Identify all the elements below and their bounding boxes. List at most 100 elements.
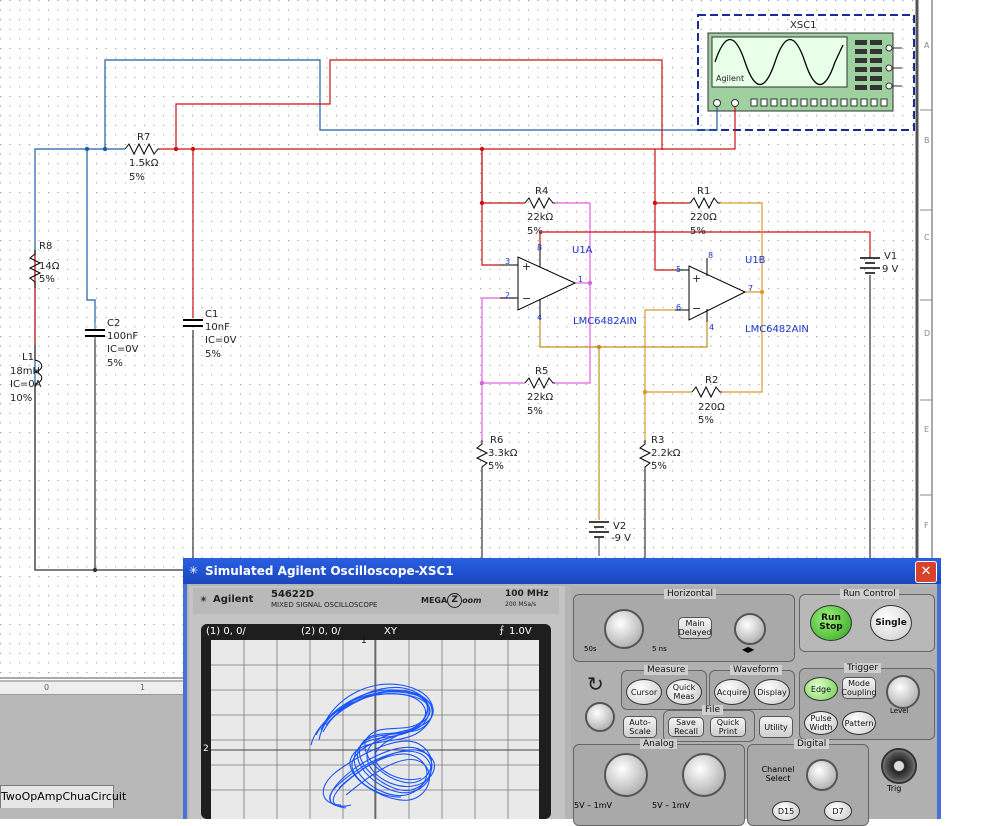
channel-select-knob[interactable] [806,759,838,791]
edge-button[interactable]: Edge [804,677,838,701]
l1-ic: IC=0A [10,379,42,390]
main-delayed-button[interactable]: Main Delayed [678,617,712,639]
pattern-button[interactable]: Pattern [842,711,876,735]
trigger-edge-icon: ⨍ [499,625,505,636]
c1-tol: 5% [205,349,221,360]
mode-coupling-button[interactable]: Mode Coupling [841,677,877,699]
cursor-button[interactable]: Cursor [626,679,662,705]
pin-4b: 4 [709,323,714,332]
level-label: Level [890,707,909,715]
r4-tol: 5% [527,226,543,237]
run-stop-button[interactable]: Run Stop [810,605,852,641]
screen-marker-2: 2 [203,744,209,754]
utility-button[interactable]: Utility [759,716,793,738]
megazoom-label: MEGA Zoom [421,593,482,608]
r5-name: R5 [535,366,548,377]
horizontal-ruler: 0 1 [0,682,200,695]
v1-value: 9 V [882,264,899,275]
ch1-range-label: 5V – 1mV [574,801,613,810]
border-row-a: A [924,41,930,50]
time-right-label: 5 ns [652,645,667,653]
file-label: File [702,705,724,715]
c1-value: 10nF [205,322,230,333]
close-button[interactable]: ✕ [915,561,937,583]
r6-value: 3.3kΩ [488,448,518,459]
d7-button[interactable]: D7 [824,801,852,821]
digital-label: Digital [794,739,830,749]
r2-name: R2 [705,375,718,386]
screen-status-line: (1) 0, 0/ (2) 0, 0/ XY ⨍ 1.0V [201,624,551,640]
svg-text:+: + [522,260,531,273]
c2-tol: 5% [107,358,123,369]
d15-button[interactable]: D15 [772,801,800,821]
r5-tol: 5% [527,406,543,417]
border-row-e: E [924,425,929,434]
pin-8b: 8 [708,251,713,260]
acquire-button[interactable]: Acquire [714,679,750,705]
window-titlebar[interactable]: ✳ Simulated Agilent Oscilloscope-XSC1 ✕ [183,558,941,584]
model-desc: MIXED SIGNAL OSCILLOSCOPE [271,601,378,609]
entry-knob[interactable] [585,702,615,732]
horizontal-group: Horizontal 50s 5 ns Main Delayed ◀▶ [573,589,795,662]
brand-label: Agilent [213,594,254,605]
trigger-label: Trigger [844,663,882,673]
xsc1-label: XSC1 [790,20,817,31]
r7-value: 1.5kΩ [129,158,159,169]
scope-plot [211,640,539,819]
ch2-volts-knob[interactable] [682,753,726,797]
megazoom-z-icon: Z [447,593,463,608]
u1a-part: LMC6482AIN [573,316,637,327]
digital-group: Digital Channel Select D15 D7 [747,739,869,826]
scope-control-panel: Horizontal 50s 5 ns Main Delayed ◀▶ Run … [571,586,937,826]
r7-tol: 5% [129,172,145,183]
brand-bar: ✴ Agilent 54622D MIXED SIGNAL OSCILLOSCO… [193,588,559,614]
u1a-name: U1A [572,245,593,256]
pin-4a: 4 [537,313,542,322]
trig-input-connector[interactable] [881,748,917,784]
save-recall-button[interactable]: Save Recall [668,717,704,737]
v2-name: V2 [613,521,626,532]
c1-ic: IC=0V [205,335,237,346]
rotate-icon[interactable]: ↻ [587,672,604,696]
quick-meas-button[interactable]: Quick Meas [666,679,702,705]
pulse-width-button[interactable]: Pulse Width [804,711,838,735]
ch2-range-label: 5V – 1mV [652,801,691,810]
r3-value: 2.2kΩ [651,448,681,459]
sample-rate-label: 200 MSa/s [505,601,537,608]
r4-name: R4 [535,186,548,197]
measure-label: Measure [644,665,689,675]
horizontal-position-knob[interactable] [734,613,766,645]
svg-text:−: − [692,302,701,315]
horizontal-timebase-knob[interactable] [604,609,644,649]
chua-attractor-trace [310,683,435,809]
u1b-name: U1B [745,255,766,266]
ch1-status: (1) 0, 0/ [206,626,246,637]
tab-twoopampchuacircuit[interactable]: TwoOpAmpChuaCircuit [0,785,126,808]
trigger-level-knob[interactable] [886,675,920,709]
run-control-group: Run Control Run Stop Single [799,589,935,652]
border-row-b: B [924,136,930,145]
mode-status: XY [384,626,397,637]
window-title: Simulated Agilent Oscilloscope-XSC1 [205,564,454,578]
measure-group: Measure Cursor Quick Meas [621,665,707,710]
quick-print-button[interactable]: Quick Print [710,717,746,737]
trigger-group: Trigger Edge Mode Coupling Level Pulse W… [799,663,935,740]
border-row-d: D [924,329,930,338]
c2-ic: IC=0V [107,344,139,355]
r2-value: 220Ω [698,402,725,413]
pin-6: 6 [676,303,681,312]
agilent-spark-icon: ✴ [199,593,209,606]
single-button[interactable]: Single [870,605,912,641]
ruler-col-0: 0 [44,683,50,692]
auto-scale-button[interactable]: Auto-Scale [623,716,657,738]
r8-value: 14Ω [39,261,60,272]
bandwidth-label: 100 MHz [505,589,549,599]
c2-value: 100nF [107,331,138,342]
border-row-c: C [924,233,930,242]
ch1-volts-knob[interactable] [604,753,648,797]
waveform-group: Waveform Acquire Display [709,665,795,710]
scope-app-icon: ✳ [189,564,199,577]
display-button[interactable]: Display [754,679,790,705]
r3-tol: 5% [651,461,667,472]
pin-2: 2 [505,291,510,300]
